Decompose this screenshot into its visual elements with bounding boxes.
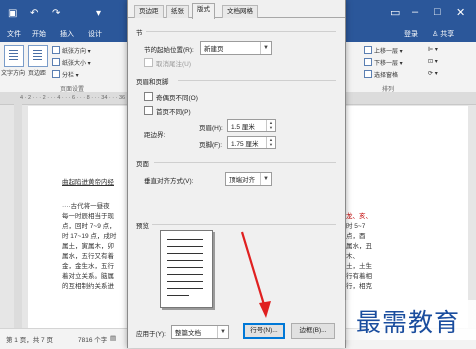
annotation-arrow — [240, 231, 271, 318]
watermark-logo: 最需教育 — [340, 300, 476, 340]
